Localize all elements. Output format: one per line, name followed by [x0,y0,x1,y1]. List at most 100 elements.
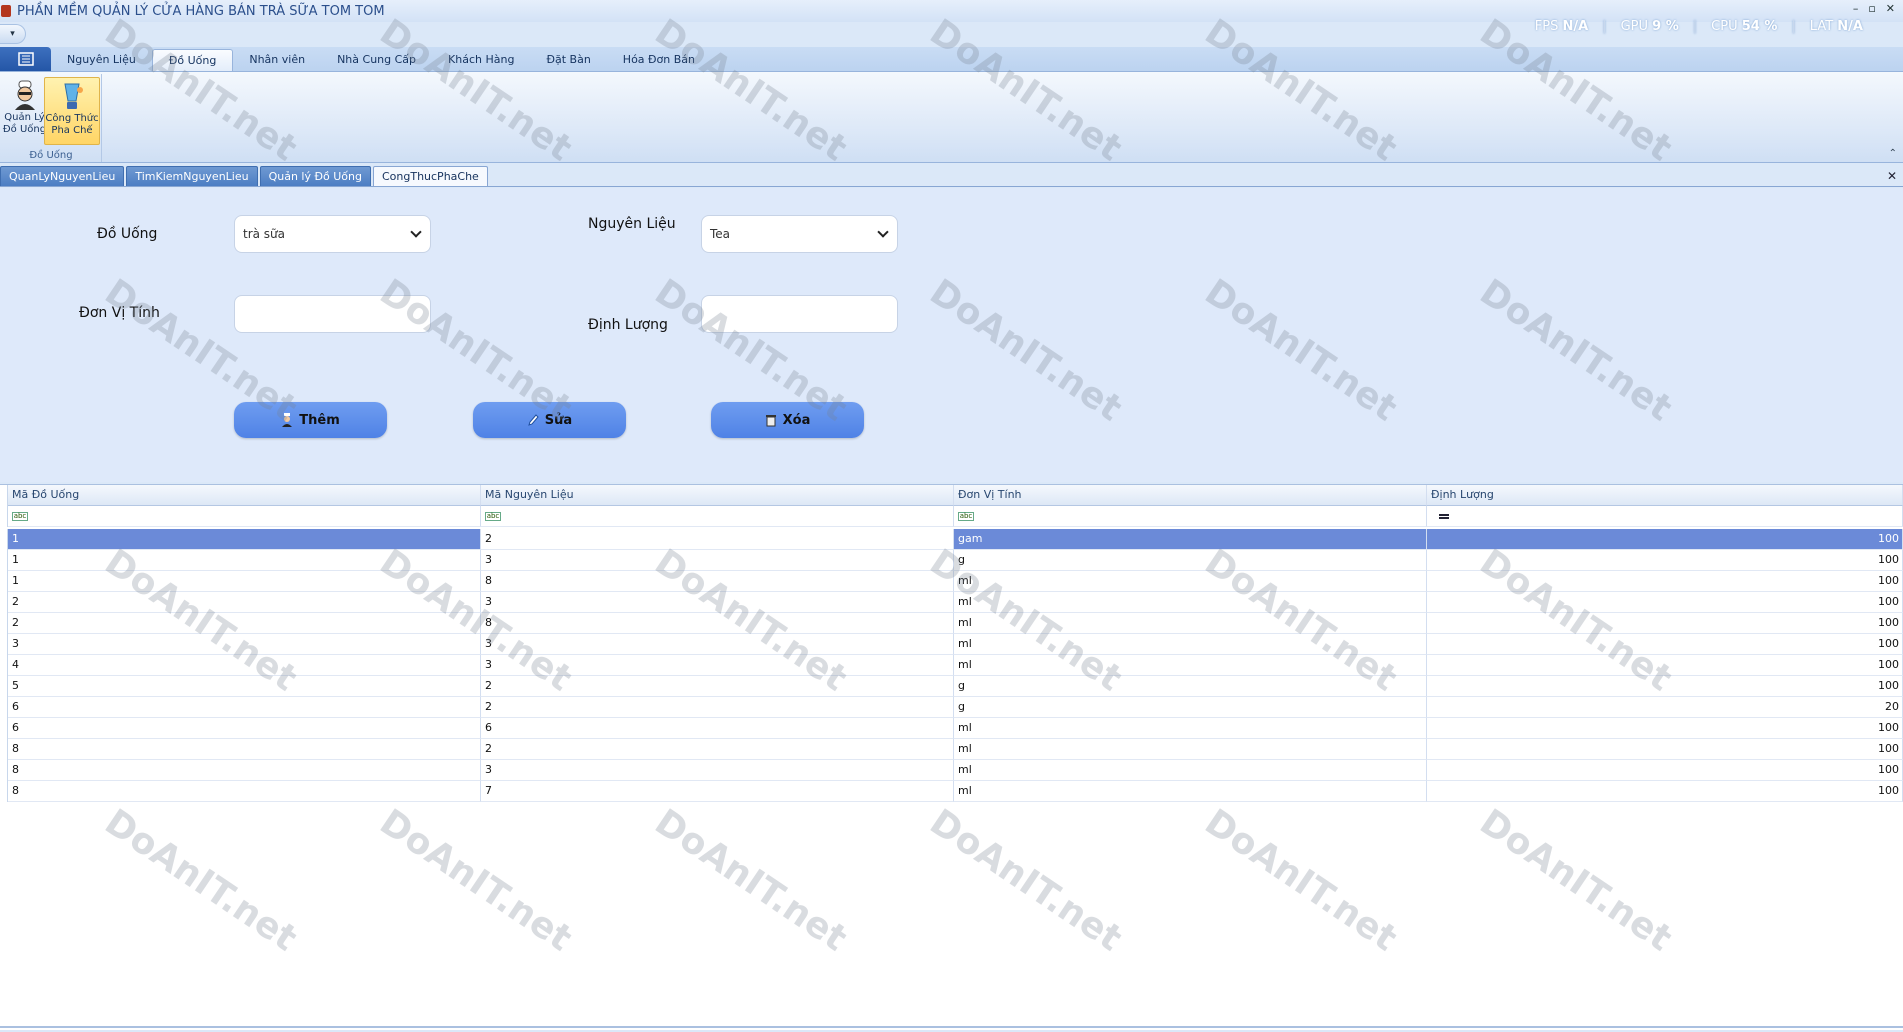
table-row[interactable]: 2 8 ml 100 [0,613,1903,634]
table-cell[interactable]: 3 [481,550,954,571]
table-cell[interactable]: ml [954,739,1427,760]
table-cell[interactable]: ml [954,760,1427,781]
table-row[interactable]: 8 3 ml 100 [0,760,1903,781]
column-header-ma-do-uong[interactable]: Mã Đồ Uống [8,485,481,506]
table-cell[interactable]: 6 [8,718,481,739]
table-cell[interactable]: 2 [481,676,954,697]
table-cell[interactable]: 8 [481,571,954,592]
doc-tab-tim-kiem-nguyen-lieu[interactable]: TimKiemNguyenLieu [126,166,258,186]
table-row[interactable]: 3 3 ml 100 [0,634,1903,655]
doc-tab-quan-ly-do-uong[interactable]: Quản lý Đồ Uống [259,166,371,186]
table-cell[interactable]: 3 [481,655,954,676]
table-row[interactable]: 8 2 ml 100 [0,739,1903,760]
ribbon-tab-nhan-vien[interactable]: Nhân viên [233,49,321,71]
table-cell[interactable]: 3 [481,634,954,655]
table-cell[interactable]: 6 [481,718,954,739]
doc-tab-cong-thuc-pha-che[interactable]: CongThucPhaChe [372,166,488,186]
column-header-don-vi-tinh[interactable]: Đơn Vị Tính [954,485,1427,506]
table-cell[interactable]: ml [954,781,1427,802]
table-cell[interactable]: ml [954,592,1427,613]
filter-cell[interactable]: abc [8,506,481,527]
column-header-ma-nguyen-lieu[interactable]: Mã Nguyên Liệu [481,485,954,506]
table-cell[interactable]: 100 [1427,760,1903,781]
table-cell[interactable]: 100 [1427,655,1903,676]
close-icon[interactable]: ✕ [1887,169,1897,183]
table-cell[interactable]: 100 [1427,634,1903,655]
table-row[interactable]: 8 7 ml 100 [0,781,1903,802]
filter-cell[interactable] [1427,506,1903,527]
quick-access-dropdown[interactable]: ▾ [0,24,26,44]
table-cell[interactable]: 8 [8,781,481,802]
table-row[interactable]: 1 3 g 100 [0,550,1903,571]
table-cell[interactable]: g [954,697,1427,718]
table-cell[interactable]: ml [954,571,1427,592]
minimize-button[interactable]: – [1853,2,1859,15]
table-cell[interactable]: 1 [8,529,481,550]
table-cell[interactable]: 8 [8,760,481,781]
filter-cell[interactable]: abc [481,506,954,527]
cong-thuc-pha-che-button[interactable]: Công Thức Pha Chế [44,77,100,145]
nguyen-lieu-combobox[interactable]: Tea [701,215,898,253]
table-cell[interactable]: 8 [8,739,481,760]
table-cell[interactable]: ml [954,718,1427,739]
table-cell[interactable]: 2 [8,613,481,634]
table-cell[interactable]: 2 [8,592,481,613]
dinh-luong-input[interactable] [701,295,898,333]
application-menu-button[interactable] [0,47,51,71]
table-row[interactable]: 6 6 ml 100 [0,718,1903,739]
table-cell[interactable]: 100 [1427,676,1903,697]
table-cell[interactable]: ml [954,613,1427,634]
table-cell[interactable]: 3 [481,760,954,781]
ribbon-tab-khach-hang[interactable]: Khách Hàng [432,49,530,71]
table-cell[interactable]: 5 [8,676,481,697]
table-cell[interactable]: 100 [1427,550,1903,571]
table-cell[interactable]: 1 [8,571,481,592]
ribbon-tab-dat-ban[interactable]: Đặt Bàn [530,49,606,71]
ribbon-tab-do-uong[interactable]: Đồ Uống [151,49,234,71]
table-cell[interactable]: 2 [481,529,954,550]
them-button[interactable]: Thêm [234,402,387,438]
sua-button[interactable]: Sửa [473,402,626,438]
table-cell[interactable]: 100 [1427,571,1903,592]
maximize-button[interactable]: ▫ [1868,2,1875,15]
table-cell[interactable]: 1 [8,550,481,571]
table-cell[interactable]: gam [954,529,1427,550]
table-cell[interactable]: 20 [1427,697,1903,718]
table-cell[interactable]: g [954,550,1427,571]
table-cell[interactable]: 3 [481,592,954,613]
filter-cell[interactable]: abc [954,506,1427,527]
doc-tab-quan-ly-nguyen-lieu[interactable]: QuanLyNguyenLieu [0,166,125,186]
table-cell[interactable]: g [954,676,1427,697]
table-cell[interactable]: 100 [1427,613,1903,634]
table-row[interactable]: 4 3 ml 100 [0,655,1903,676]
table-row[interactable]: 1 8 ml 100 [0,571,1903,592]
table-cell[interactable]: 3 [8,634,481,655]
table-row[interactable]: 1 2 gam 100 [0,529,1903,550]
xoa-button[interactable]: Xóa [711,402,864,438]
ribbon-tab-nha-cung-cap[interactable]: Nhà Cung Cấp [321,49,432,71]
table-cell[interactable]: 2 [481,697,954,718]
close-button[interactable]: ✕ [1886,2,1895,15]
do-uong-combobox[interactable]: trà sữa [234,215,431,253]
table-cell[interactable]: ml [954,655,1427,676]
table-row[interactable]: 2 3 ml 100 [0,592,1903,613]
quan-ly-do-uong-button[interactable]: Quản Lý Đồ Uống [0,77,49,145]
ribbon-tab-nguyen-lieu[interactable]: Nguyên Liệu [51,49,152,71]
table-row[interactable]: 6 2 g 20 [0,697,1903,718]
table-cell[interactable]: 2 [481,739,954,760]
table-cell[interactable]: 100 [1427,781,1903,802]
table-cell[interactable]: 100 [1427,529,1903,550]
column-header-dinh-luong[interactable]: Định Lượng [1427,485,1903,506]
table-cell[interactable]: 100 [1427,592,1903,613]
table-row[interactable]: 5 2 g 100 [0,676,1903,697]
table-cell[interactable]: 6 [8,697,481,718]
table-cell[interactable]: 100 [1427,739,1903,760]
table-cell[interactable]: 8 [481,613,954,634]
table-cell[interactable]: 4 [8,655,481,676]
chevron-up-icon[interactable]: ⌃ [1889,148,1897,159]
don-vi-tinh-input[interactable] [234,295,431,333]
table-cell[interactable]: 7 [481,781,954,802]
ribbon-tab-hoa-don-ban[interactable]: Hóa Đơn Bán [607,49,711,71]
table-cell[interactable]: 100 [1427,718,1903,739]
table-cell[interactable]: ml [954,634,1427,655]
